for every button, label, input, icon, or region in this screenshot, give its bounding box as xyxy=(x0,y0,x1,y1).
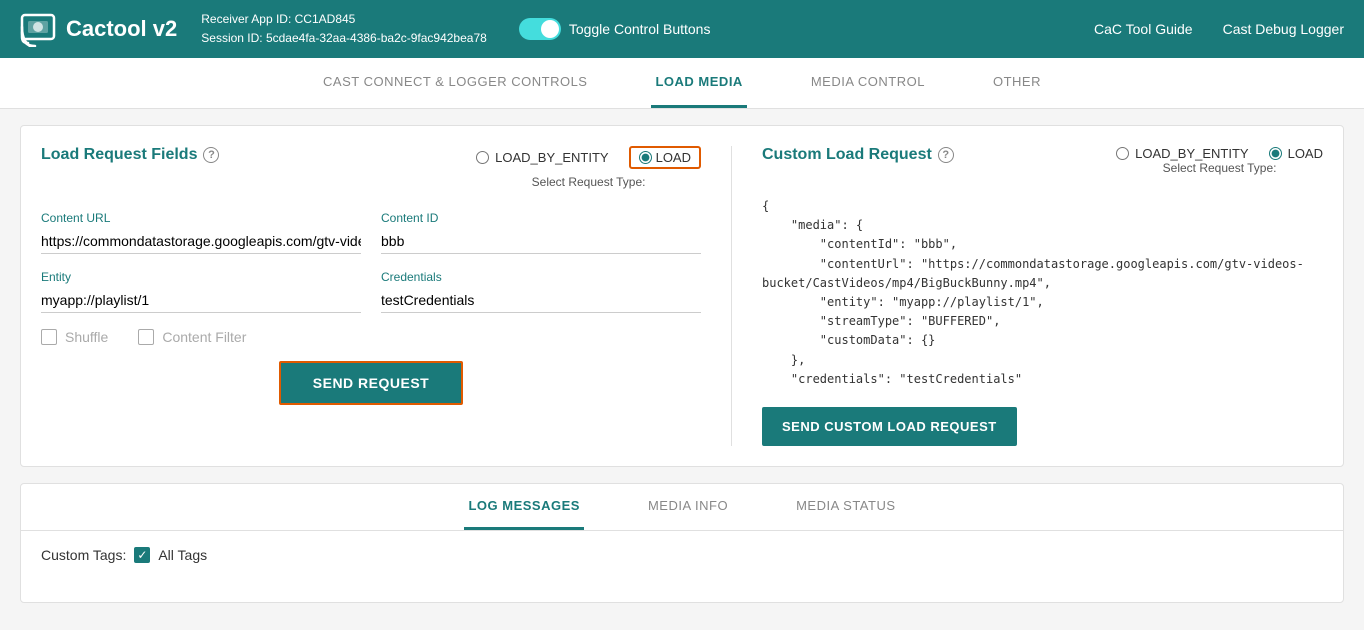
load-help-icon[interactable]: ? xyxy=(203,147,219,163)
cac-tool-guide-link[interactable]: CaC Tool Guide xyxy=(1094,21,1193,37)
toggle-switch[interactable] xyxy=(519,18,561,40)
cast-icon xyxy=(20,11,56,47)
checkbox-row: Shuffle Content Filter xyxy=(41,329,701,345)
receiver-app-id: Receiver App ID: CC1AD845 xyxy=(201,10,487,29)
send-btn-wrap: SEND REQUEST xyxy=(41,361,701,405)
content-id-input[interactable] xyxy=(381,229,701,254)
select-type-text-right: Select Request Type: xyxy=(1116,161,1323,175)
bottom-tabs: LOG MESSAGES MEDIA INFO MEDIA STATUS xyxy=(21,484,1343,531)
main-card: Load Request Fields ? LOAD_BY_ENTITY LOA… xyxy=(20,125,1344,467)
cast-debug-logger-link[interactable]: Cast Debug Logger xyxy=(1223,21,1344,37)
entity-label: Entity xyxy=(41,270,361,284)
content-filter-checkbox-box xyxy=(138,329,154,345)
nav-tabs: CAST CONNECT & LOGGER CONTROLS LOAD MEDI… xyxy=(0,58,1364,109)
header-info: Receiver App ID: CC1AD845 Session ID: 5c… xyxy=(201,10,487,48)
credentials-input[interactable] xyxy=(381,288,701,313)
send-custom-load-button[interactable]: SEND CUSTOM LOAD REQUEST xyxy=(762,407,1017,446)
logo-text: Cactool v2 xyxy=(66,16,177,42)
credentials-label: Credentials xyxy=(381,270,701,284)
custom-tags-row: Custom Tags: ✓ All Tags xyxy=(41,547,1323,563)
panel-divider xyxy=(731,146,732,446)
shuffle-checkbox[interactable]: Shuffle xyxy=(41,329,108,345)
tab-media-status[interactable]: MEDIA STATUS xyxy=(792,484,899,530)
toggle-area[interactable]: Toggle Control Buttons xyxy=(519,18,711,40)
custom-load-by-entity-radio[interactable]: LOAD_BY_ENTITY xyxy=(1116,146,1248,161)
all-tags-checkbox[interactable]: ✓ xyxy=(134,547,150,563)
checkmark-icon: ✓ xyxy=(137,548,147,562)
json-editor[interactable]: { "media": { "contentId": "bbb", "conten… xyxy=(762,197,1323,389)
custom-load-radio[interactable]: LOAD xyxy=(1269,146,1323,161)
tab-media-info[interactable]: MEDIA INFO xyxy=(644,484,732,530)
load-by-entity-radio[interactable]: LOAD_BY_ENTITY xyxy=(476,150,608,165)
entity-input[interactable] xyxy=(41,288,361,313)
content-filter-checkbox[interactable]: Content Filter xyxy=(138,329,246,345)
fields-grid: Content URL Content ID Entity Credential… xyxy=(41,211,701,313)
toggle-knob xyxy=(541,20,559,38)
bottom-section: LOG MESSAGES MEDIA INFO MEDIA STATUS Cus… xyxy=(20,483,1344,603)
session-id: Session ID: 5cdae4fa-32aa-4386-ba2c-9fac… xyxy=(201,29,487,48)
entity-field: Entity xyxy=(41,270,361,313)
right-panel: Custom Load Request ? LOAD_BY_ENTITY LOA… xyxy=(762,146,1323,446)
shuffle-checkbox-box xyxy=(41,329,57,345)
content-id-field: Content ID xyxy=(381,211,701,254)
left-panel: Load Request Fields ? LOAD_BY_ENTITY LOA… xyxy=(41,146,701,446)
tab-log-messages[interactable]: LOG MESSAGES xyxy=(464,484,583,530)
content-url-input[interactable] xyxy=(41,229,361,254)
all-tags-label: All Tags xyxy=(158,547,207,563)
main-content: Load Request Fields ? LOAD_BY_ENTITY LOA… xyxy=(0,109,1364,619)
logo: Cactool v2 xyxy=(20,11,177,47)
request-type-radio-row: LOAD_BY_ENTITY LOAD xyxy=(476,146,701,169)
tab-cast-connect[interactable]: CAST CONNECT & LOGGER CONTROLS xyxy=(319,58,591,108)
tab-load-media[interactable]: LOAD MEDIA xyxy=(651,58,746,108)
credentials-field: Credentials xyxy=(381,270,701,313)
tab-media-control[interactable]: MEDIA CONTROL xyxy=(807,58,929,108)
header-links: CaC Tool Guide Cast Debug Logger xyxy=(1094,21,1344,37)
bottom-content: Custom Tags: ✓ All Tags xyxy=(21,531,1343,579)
custom-load-title: Custom Load Request xyxy=(762,146,932,164)
toggle-label: Toggle Control Buttons xyxy=(569,21,711,37)
load-request-title: Load Request Fields ? xyxy=(41,146,219,164)
header: Cactool v2 Receiver App ID: CC1AD845 Ses… xyxy=(0,0,1364,58)
custom-help-icon[interactable]: ? xyxy=(938,147,954,163)
tab-other[interactable]: OTHER xyxy=(989,58,1045,108)
select-type-text-left: Select Request Type: xyxy=(476,175,701,189)
send-request-button[interactable]: SEND REQUEST xyxy=(279,361,463,405)
custom-tags-label: Custom Tags: xyxy=(41,547,126,563)
load-radio[interactable]: LOAD xyxy=(629,146,701,169)
content-url-label: Content URL xyxy=(41,211,361,225)
custom-request-type-row: LOAD_BY_ENTITY LOAD xyxy=(1116,146,1323,161)
content-url-field: Content URL xyxy=(41,211,361,254)
custom-load-title-row: Custom Load Request ? xyxy=(762,146,954,164)
content-id-label: Content ID xyxy=(381,211,701,225)
